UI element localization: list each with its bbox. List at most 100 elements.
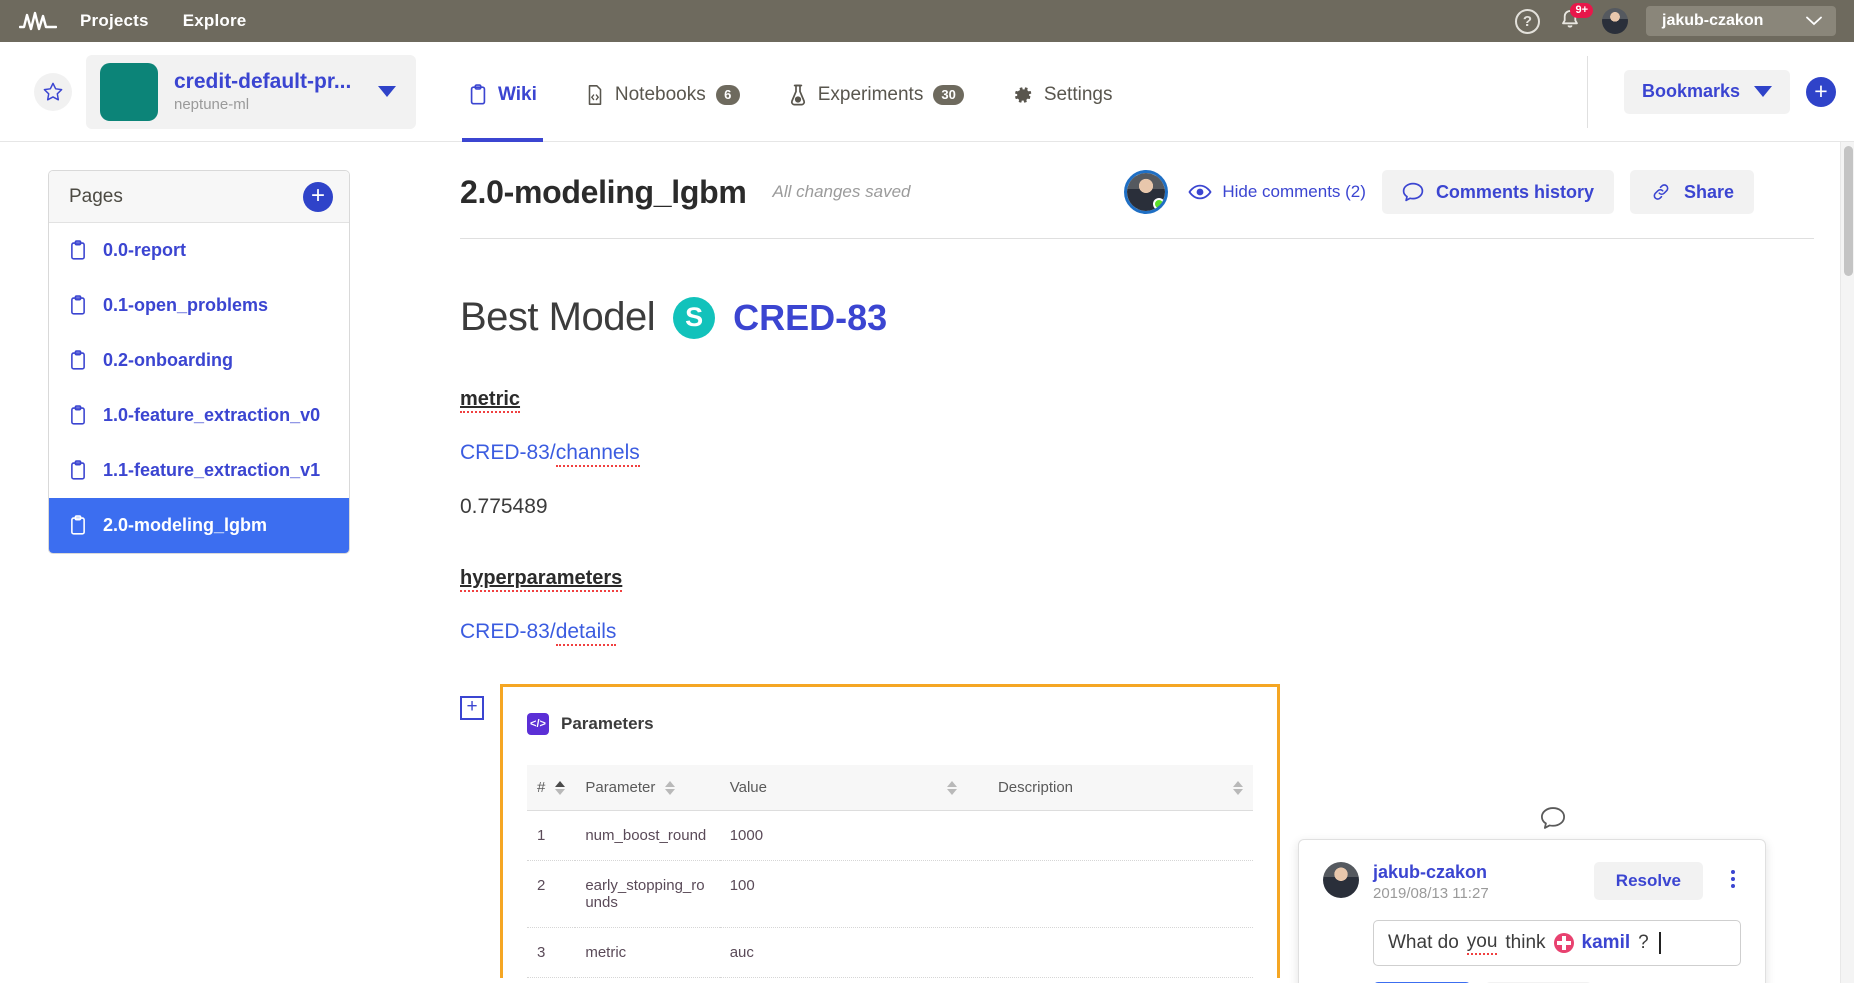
column-index-label: # (537, 779, 546, 796)
hyperparameters-details-link[interactable]: CRED-83/details (460, 620, 1854, 646)
pages-header: Pages + (49, 171, 349, 223)
project-tab-bar: credit-default-pr... neptune-ml Wiki Not… (0, 42, 1854, 142)
hyperparameters-label-text: hyperparameters (460, 567, 623, 592)
sort-icon[interactable] (665, 780, 676, 795)
avatar[interactable] (1124, 170, 1169, 214)
page-title: 2.0-modeling_lgbm (460, 173, 747, 210)
scrollbar-track[interactable] (1840, 142, 1854, 983)
tab-notebooks[interactable]: Notebooks 6 (585, 42, 740, 142)
bookmarks-label: Bookmarks (1641, 81, 1740, 101)
comment-draft-part-1: What do (1388, 932, 1459, 953)
clipboard-icon (71, 295, 85, 315)
experiment-link[interactable]: CRED-83 (733, 297, 887, 339)
clipboard-icon (470, 83, 486, 105)
sidebar-item-0.1-open_problems[interactable]: 0.1-open_problems (49, 278, 349, 333)
sidebar-item-0.2-onboarding[interactable]: 0.2-onboarding (49, 333, 349, 388)
sidebar-item-1.1-feature_extraction_v1[interactable]: 1.1-feature_extraction_v1 (49, 443, 349, 498)
parameters-card-header: </> Parameters (527, 713, 1253, 735)
hide-comments-toggle[interactable]: Hide comments (2) (1188, 182, 1366, 202)
sidebar-item-0.0-report[interactable]: 0.0-report (49, 223, 349, 278)
nav-explore[interactable]: Explore (183, 11, 247, 31)
comments-history-button[interactable]: Comments history (1381, 170, 1614, 214)
project-selector[interactable]: credit-default-pr... neptune-ml (86, 54, 416, 129)
resolve-button[interactable]: Resolve (1593, 862, 1703, 900)
username-label: jakub-czakon (1662, 12, 1764, 29)
text-cursor (1658, 932, 1661, 954)
kebab-menu-icon[interactable] (1725, 862, 1741, 896)
neptune-logo-icon[interactable] (18, 8, 58, 34)
add-block-button[interactable]: + (460, 696, 484, 720)
sidebar-item-label: 0.2-onboarding (103, 350, 233, 370)
online-status-dot (1153, 198, 1166, 210)
column-description[interactable]: Description (987, 765, 1253, 811)
table-row: 3 metric auc (527, 927, 1253, 978)
sidebar-item-1.0-feature_extraction_v0[interactable]: 1.0-feature_extraction_v0 (49, 388, 349, 443)
tab-settings-label: Settings (1043, 83, 1113, 105)
sort-icon[interactable] (1233, 780, 1243, 795)
notification-count-badge: 9+ (1570, 3, 1593, 19)
sort-icon[interactable] (555, 780, 566, 795)
table-header-row: # Parameter Value Description (527, 765, 1253, 811)
comment-icon (1402, 182, 1424, 202)
sidebar-item-2.0-modeling_lgbm[interactable]: 2.0-modeling_lgbm (49, 498, 349, 553)
favorite-star-icon[interactable] (34, 72, 72, 111)
pages-card: Pages + 0.0-report 0.1-open_problems 0.2… (48, 170, 350, 554)
bookmarks-button[interactable]: Bookmarks (1623, 69, 1790, 114)
sidebar-item-label: 1.0-feature_extraction_v0 (103, 405, 321, 425)
tab-settings[interactable]: Settings (1012, 42, 1113, 142)
notifications-icon[interactable]: 9+ (1558, 3, 1593, 34)
column-parameter-label: Parameter (585, 779, 656, 796)
best-model-heading: Best Model S CRED-83 (460, 295, 1854, 340)
share-button[interactable]: Share (1629, 170, 1754, 214)
bookmarks-area: Bookmarks + (1586, 55, 1836, 128)
avatar[interactable] (1323, 862, 1359, 898)
flask-icon (790, 84, 805, 105)
wiki-sidebar: Pages + 0.0-report 0.1-open_problems 0.2… (0, 142, 380, 983)
top-right-controls: ? 9+ jakub-czakon (1515, 0, 1836, 42)
comment-marker-icon[interactable] (1540, 806, 1566, 835)
row-index: 2 (527, 860, 576, 928)
row-parameter: metric (575, 927, 720, 978)
column-parameter[interactable]: Parameter (575, 765, 720, 811)
table-row: 2 early_stopping_rounds 100 (527, 860, 1253, 928)
tab-experiments-label: Experiments (817, 83, 924, 105)
metric-label-text: metric (460, 388, 521, 413)
row-parameter: num_boost_round (575, 810, 720, 861)
clipboard-icon (71, 515, 85, 535)
comment-draft-part-3: think (1505, 932, 1546, 953)
parameters-card[interactable]: </> Parameters # Parameter Value Descrip… (500, 684, 1280, 978)
comment-input[interactable]: What do you think kamil ? (1373, 920, 1741, 966)
row-value: 1000 (719, 810, 988, 861)
column-value[interactable]: Value (719, 765, 988, 811)
row-description (987, 927, 1253, 978)
hyperparams-link-prefix: CRED-83/ (460, 620, 556, 643)
tab-experiments[interactable]: Experiments 30 (788, 42, 964, 142)
sort-icon[interactable] (946, 780, 957, 795)
row-value: auc (719, 927, 988, 978)
clipboard-icon (71, 405, 85, 425)
add-bookmark-button[interactable]: + (1806, 76, 1836, 107)
best-model-text: Best Model (460, 295, 656, 339)
notebook-icon (588, 84, 602, 105)
sidebar-item-label: 0.0-report (103, 240, 187, 260)
clipboard-icon (71, 350, 85, 370)
column-index[interactable]: # (527, 765, 576, 811)
document-actions: Hide comments (2) Comments history Share (1124, 170, 1754, 214)
nav-projects[interactable]: Projects (80, 11, 149, 31)
metric-channels-link[interactable]: CRED-83/channels (460, 441, 1854, 467)
tab-wiki[interactable]: Wiki (462, 42, 543, 142)
sidebar-item-label: 1.1-feature_extraction_v1 (103, 460, 321, 480)
metric-link-prefix: CRED-83/ (460, 441, 556, 464)
avatar[interactable] (1602, 8, 1628, 34)
user-menu-button[interactable]: jakub-czakon (1646, 6, 1836, 36)
project-owner: neptune-ml (174, 96, 250, 114)
scrollbar-thumb[interactable] (1844, 146, 1853, 276)
document-header: 2.0-modeling_lgbm All changes saved Hide… (460, 170, 1814, 239)
code-icon: </> (527, 713, 549, 735)
add-page-button[interactable]: + (303, 181, 333, 212)
mention-avatar-icon (1553, 933, 1574, 953)
eye-icon (1188, 184, 1212, 200)
comment-mention[interactable]: kamil (1582, 932, 1631, 954)
gear-icon (1014, 86, 1032, 103)
help-icon[interactable]: ? (1515, 8, 1540, 34)
